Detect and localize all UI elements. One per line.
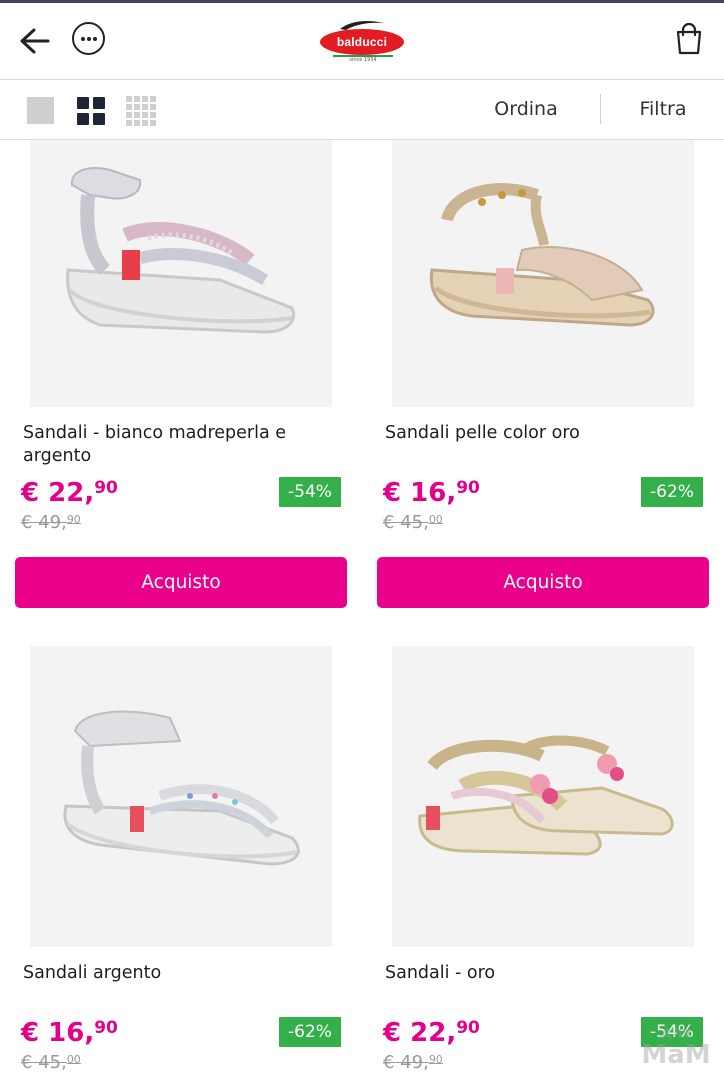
original-price: € 45,00 <box>21 1052 81 1073</box>
silver-sandal-image <box>63 710 300 866</box>
watermark-line-2: МаМ <box>641 1040 711 1070</box>
product-price: € 16,90 <box>21 1018 118 1048</box>
view-grid-2-icon[interactable] <box>77 97 105 125</box>
price-cents: 90 <box>94 478 118 498</box>
original-price: € 49,90 <box>21 512 81 533</box>
product-image[interactable] <box>30 140 332 407</box>
filter-button[interactable]: Filtra <box>620 94 706 124</box>
product-name[interactable]: Sandali - bianco madreperla e argento <box>23 422 313 468</box>
product-image[interactable] <box>30 646 332 947</box>
old-price-integer: € 45, <box>383 512 429 533</box>
buy-button[interactable]: Acquisto <box>15 557 347 608</box>
logo-wordmark: balducci <box>320 29 404 55</box>
shopping-bag-icon <box>676 22 702 55</box>
arrow-left-icon <box>20 28 50 54</box>
old-price-integer: € 49, <box>21 512 67 533</box>
price-integer: € 22, <box>21 478 95 508</box>
product-name[interactable]: Sandali - oro <box>385 962 675 985</box>
original-price: € 49,90 <box>383 1052 443 1073</box>
sort-button[interactable]: Ordina <box>470 94 582 124</box>
discount-badge: -62% <box>279 1017 341 1047</box>
price-cents: 90 <box>94 1018 118 1038</box>
price-cents: 90 <box>456 478 480 498</box>
price-cents: 90 <box>456 1018 480 1038</box>
original-price: € 45,00 <box>383 512 443 533</box>
product-price: € 22,90 <box>383 1018 480 1048</box>
old-price-cents: 90 <box>428 1053 443 1066</box>
old-price-integer: € 49, <box>383 1052 429 1073</box>
app-header: balducci since 1934 <box>0 3 724 80</box>
gold-sandal-image <box>429 183 655 327</box>
listing-toolbar: Ordina Filtra <box>0 80 724 140</box>
old-price-cents: 00 <box>66 1053 81 1066</box>
product-price: € 16,90 <box>383 478 480 508</box>
discount-badge: -54% <box>279 477 341 507</box>
discount-badge: -62% <box>641 477 703 507</box>
buy-button[interactable]: Acquisto <box>377 557 709 608</box>
product-card: Sandali pelle color oro € 16,90 -62% € 4… <box>377 140 709 610</box>
gold-sandal-pair-image <box>418 735 674 856</box>
product-price: € 22,90 <box>21 478 118 508</box>
back-button[interactable] <box>16 23 56 59</box>
product-card: Sandali argento € 16,90 -62% € 45,00 <box>15 646 347 1080</box>
more-options-button[interactable] <box>72 22 105 55</box>
product-card: Sandali - bianco madreperla e argento € … <box>15 140 347 610</box>
old-price-cents: 00 <box>428 513 443 526</box>
view-single-icon[interactable] <box>27 97 54 124</box>
cart-button[interactable] <box>672 21 706 57</box>
product-name[interactable]: Sandali argento <box>23 962 313 985</box>
price-integer: € 16, <box>383 478 457 508</box>
product-image[interactable] <box>392 140 694 407</box>
product-name[interactable]: Sandali pelle color oro <box>385 422 675 445</box>
logo-tagline: since 1934 <box>333 55 393 63</box>
watermark: для МаМ <box>636 1022 716 1072</box>
price-integer: € 22, <box>383 1018 457 1048</box>
product-image[interactable] <box>392 646 694 947</box>
toolbar-divider <box>600 94 601 124</box>
old-price-cents: 90 <box>66 513 81 526</box>
silver-sandal-image <box>66 167 296 334</box>
price-integer: € 16, <box>21 1018 95 1048</box>
old-price-integer: € 45, <box>21 1052 67 1073</box>
view-grid-3-icon[interactable] <box>126 96 156 126</box>
product-card: Sandali - oro € 22,90 -54% € 49,90 <box>377 646 709 1080</box>
brand-logo[interactable]: balducci since 1934 <box>318 17 408 65</box>
